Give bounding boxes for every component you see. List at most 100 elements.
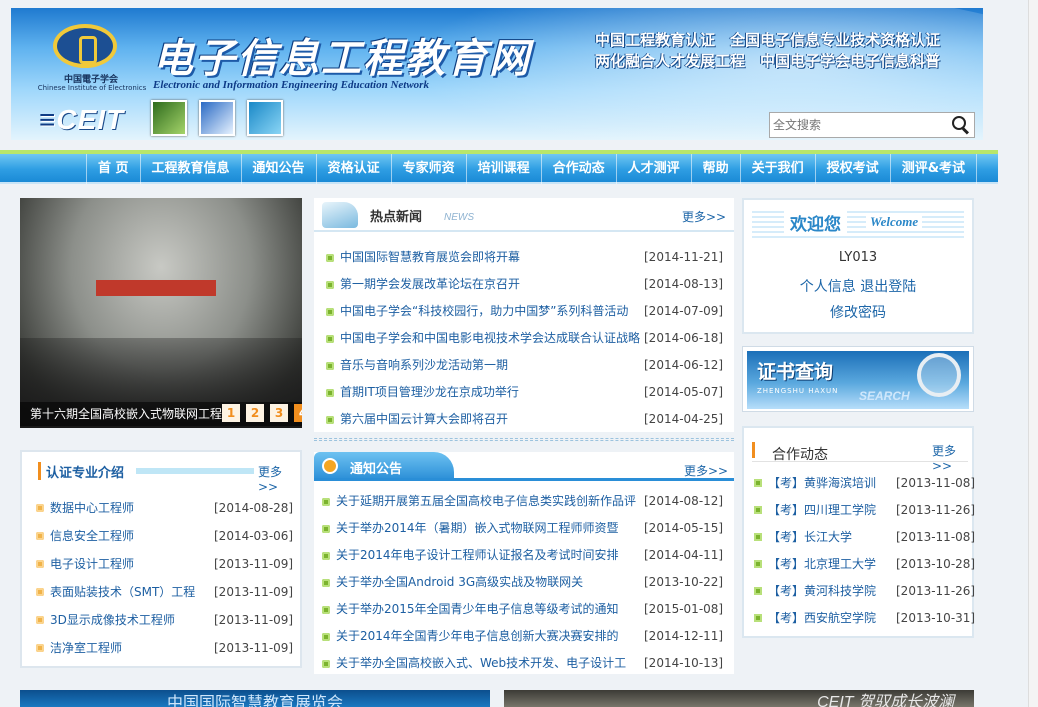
slide-page-1[interactable]: 1 xyxy=(222,404,240,422)
news-title[interactable]: 中国电子学会“科技校园行，助力中国梦”系列科普活动 xyxy=(340,298,640,325)
slide-page-2[interactable]: 2 xyxy=(246,404,264,422)
notices-more-link[interactable]: 更多>> xyxy=(684,462,728,479)
header-thumbnail-2[interactable] xyxy=(199,100,235,136)
cooperation-more-link[interactable]: 更多>> xyxy=(932,442,968,473)
cooperation-title-link[interactable]: 【考】西安航空学院 xyxy=(768,605,888,632)
list-item[interactable]: 关于2014年电子设计工程师认证报名及考试时间安排 [2014-04-11] xyxy=(318,542,730,569)
ceit-logo[interactable]: ≡CEIT xyxy=(39,104,124,136)
notice-title[interactable]: 关于举办全国Android 3G高级实战及物联网关 xyxy=(336,569,638,596)
slide-page-3[interactable]: 3 xyxy=(270,404,288,422)
list-item[interactable]: 关于举办全国高校嵌入式、Web技术开发、电子设计工 [2014-10-13] xyxy=(318,650,730,677)
list-item[interactable]: 【考】北京理工大学 [2013-10-28] xyxy=(750,551,975,578)
list-item[interactable]: 关于举办2015年全国青少年电子信息等级考试的通知 [2015-01-08] xyxy=(318,596,730,623)
cooperation-title-link[interactable]: 【考】黄河科技学院 xyxy=(768,578,888,605)
site-title[interactable]: 电子信息工程教育网 xyxy=(153,26,531,84)
nav-help[interactable]: 帮助 xyxy=(692,154,741,184)
nav-certification[interactable]: 资格认证 xyxy=(317,154,392,184)
logout-link[interactable]: 退出登陆 xyxy=(860,279,916,295)
society-emblem-icon xyxy=(53,24,117,68)
major-title[interactable]: 数据中心工程师 xyxy=(50,494,200,522)
nav-authorized-exam[interactable]: 授权考试 xyxy=(816,154,891,184)
list-item[interactable]: 【考】长江大学 [2013-11-08] xyxy=(750,524,975,551)
list-item[interactable]: 中国电子学会“科技校园行，助力中国梦”系列科普活动 [2014-07-09] xyxy=(322,298,730,325)
nav-courses[interactable]: 培训课程 xyxy=(467,154,542,184)
news-title[interactable]: 第一期学会发展改革论坛在京召开 xyxy=(340,271,640,298)
major-title[interactable]: 3D显示成像技术工程师 xyxy=(50,606,200,634)
nav-home[interactable]: 首 页 xyxy=(86,154,141,184)
notice-title[interactable]: 关于举办2014年（暑期）嵌入式物联网工程师师资暨 xyxy=(336,515,638,542)
certificate-query-banner[interactable]: 证书查询 ZHENGSHU HAXUN SEARCH xyxy=(742,346,974,412)
news-title[interactable]: 中国国际智慧教育展览会即将开幕 xyxy=(340,244,640,271)
news-title[interactable]: 中国电子学会和中国电影电视技术学会达成联合认证战略 xyxy=(340,325,640,352)
list-item[interactable]: 【考】四川理工学院 [2013-11-26] xyxy=(750,497,975,524)
list-item[interactable]: 洁净室工程师 [2013-11-09] xyxy=(32,634,294,662)
certification-more-link[interactable]: 更多>> xyxy=(258,463,292,494)
major-title[interactable]: 表面贴装技术（SMT）工程 xyxy=(50,578,200,606)
list-item[interactable]: 中国国际智慧教育展览会即将开幕 [2014-11-21] xyxy=(322,244,730,271)
list-item[interactable]: 数据中心工程师 [2014-08-28] xyxy=(32,494,293,522)
nav-engineering-education[interactable]: 工程教育信息 xyxy=(141,154,242,184)
list-item[interactable]: 关于举办2014年（暑期）嵌入式物联网工程师师资暨 [2014-05-15] xyxy=(318,515,730,542)
nav-cooperation[interactable]: 合作动态 xyxy=(542,154,617,184)
major-title[interactable]: 洁净室工程师 xyxy=(50,634,200,662)
nav-about[interactable]: 关于我们 xyxy=(741,154,816,184)
list-item[interactable]: 关于2014年全国青少年电子信息创新大赛决赛安排的 [2014-12-11] xyxy=(318,623,730,650)
slide-page-4[interactable]: 4 xyxy=(294,404,302,422)
account-links: 个人信息 退出登陆 xyxy=(744,276,972,296)
list-item[interactable]: 【考】黄河科技学院 [2013-11-26] xyxy=(750,578,975,605)
cooperation-title-link[interactable]: 【考】北京理工大学 xyxy=(768,551,888,578)
notice-title[interactable]: 关于举办2015年全国青少年电子信息等级考试的通知 xyxy=(336,596,638,623)
list-item[interactable]: 第六届中国云计算大会即将召开 [2014-04-25] xyxy=(322,406,730,433)
list-item[interactable]: 电子设计工程师 [2013-11-09] xyxy=(32,550,293,578)
header-thumbnail-3[interactable] xyxy=(247,100,283,136)
notices-tab-bar xyxy=(314,478,734,481)
notice-date: [2015-01-08] xyxy=(644,602,724,616)
list-item[interactable]: 关于举办全国Android 3G高级实战及物联网关 [2013-10-22] xyxy=(318,569,730,596)
list-item[interactable]: 【考】黄骅海滨培训 [2013-11-08] xyxy=(750,470,975,497)
news-title[interactable]: 第六届中国云计算大会即将召开 xyxy=(340,406,640,433)
list-item[interactable]: 表面贴装技术（SMT）工程 [2013-11-09] xyxy=(32,578,293,606)
notice-title[interactable]: 关于2014年全国青少年电子信息创新大赛决赛安排的 xyxy=(336,623,638,650)
cooperation-title-link[interactable]: 【考】四川理工学院 xyxy=(768,497,888,524)
notices-list: 关于延期开展第五届全国高校电子信息类实践创新作品评 [2014-08-12] 关于… xyxy=(318,488,730,677)
major-date: [2013-11-09] xyxy=(214,641,294,655)
notices-tab[interactable]: 通知公告 xyxy=(314,452,454,480)
nav-experts[interactable]: 专家师资 xyxy=(392,154,467,184)
list-item[interactable]: 第一期学会发展改革论坛在京召开 [2014-08-13] xyxy=(322,271,730,298)
news-slideshow[interactable]: 第十六期全国高校嵌入式物联网工程师 1 2 3 4 xyxy=(20,198,302,428)
notice-title[interactable]: 关于举办全国高校嵌入式、Web技术开发、电子设计工 xyxy=(336,650,638,677)
cooperation-title: 合作动态 xyxy=(772,447,828,463)
notice-title[interactable]: 关于延期开展第五届全国高校电子信息类实践创新作品评 xyxy=(336,488,638,515)
news-title[interactable]: 首期IT项目管理沙龙在京成功举行 xyxy=(340,379,640,406)
news-title[interactable]: 音乐与音响系列沙龙活动第一期 xyxy=(340,352,640,379)
certification-intro-header: 认证专业介绍 更多>> xyxy=(32,462,292,494)
list-item[interactable]: 中国电子学会和中国电影电视技术学会达成联合认证战略 [2014-06-18] xyxy=(322,325,730,352)
major-title[interactable]: 信息安全工程师 xyxy=(50,522,200,550)
search-icon[interactable] xyxy=(952,116,970,134)
list-item[interactable]: 3D显示成像技术工程师 [2013-11-09] xyxy=(32,606,293,634)
search-input[interactable] xyxy=(770,113,946,137)
list-item[interactable]: 信息安全工程师 [2014-03-06] xyxy=(32,522,294,550)
list-item[interactable]: 关于延期开展第五届全国高校电子信息类实践创新作品评 [2014-08-12] xyxy=(318,488,730,515)
nav-notices[interactable]: 通知公告 xyxy=(242,154,317,184)
list-item[interactable]: 音乐与音响系列沙龙活动第一期 [2014-06-12] xyxy=(322,352,730,379)
cooperation-title-link[interactable]: 【考】黄骅海滨培训 xyxy=(768,470,888,497)
change-password-link[interactable]: 修改密码 xyxy=(744,302,972,322)
expo-banner[interactable]: 中国国际智慧教育展览会 xyxy=(20,690,490,707)
cooperation-title-link[interactable]: 【考】长江大学 xyxy=(768,524,888,551)
major-date: [2014-03-06] xyxy=(214,529,294,543)
header-thumbnail-1[interactable] xyxy=(151,100,187,136)
major-title[interactable]: 电子设计工程师 xyxy=(50,550,200,578)
nav-assessment-exam[interactable]: 测评&考试 xyxy=(891,154,978,184)
section-divider xyxy=(314,438,734,441)
page-scrollbar[interactable] xyxy=(1028,0,1038,707)
nav-assessment[interactable]: 人才测评 xyxy=(617,154,692,184)
profile-link[interactable]: 个人信息 xyxy=(800,279,856,295)
list-item[interactable]: 【考】西安航空学院 [2013-10-31] xyxy=(750,605,975,632)
notice-title[interactable]: 关于2014年电子设计工程师认证报名及考试时间安排 xyxy=(336,542,638,569)
ceit-banner[interactable]: CEIT 贺驭成长波澜 xyxy=(504,690,974,707)
list-item[interactable]: 首期IT项目管理沙龙在京成功举行 [2014-05-07] xyxy=(322,379,730,406)
bullet-icon xyxy=(754,560,762,568)
hot-news-more-link[interactable]: 更多>> xyxy=(682,208,726,225)
notice-date: [2014-08-12] xyxy=(644,494,724,508)
